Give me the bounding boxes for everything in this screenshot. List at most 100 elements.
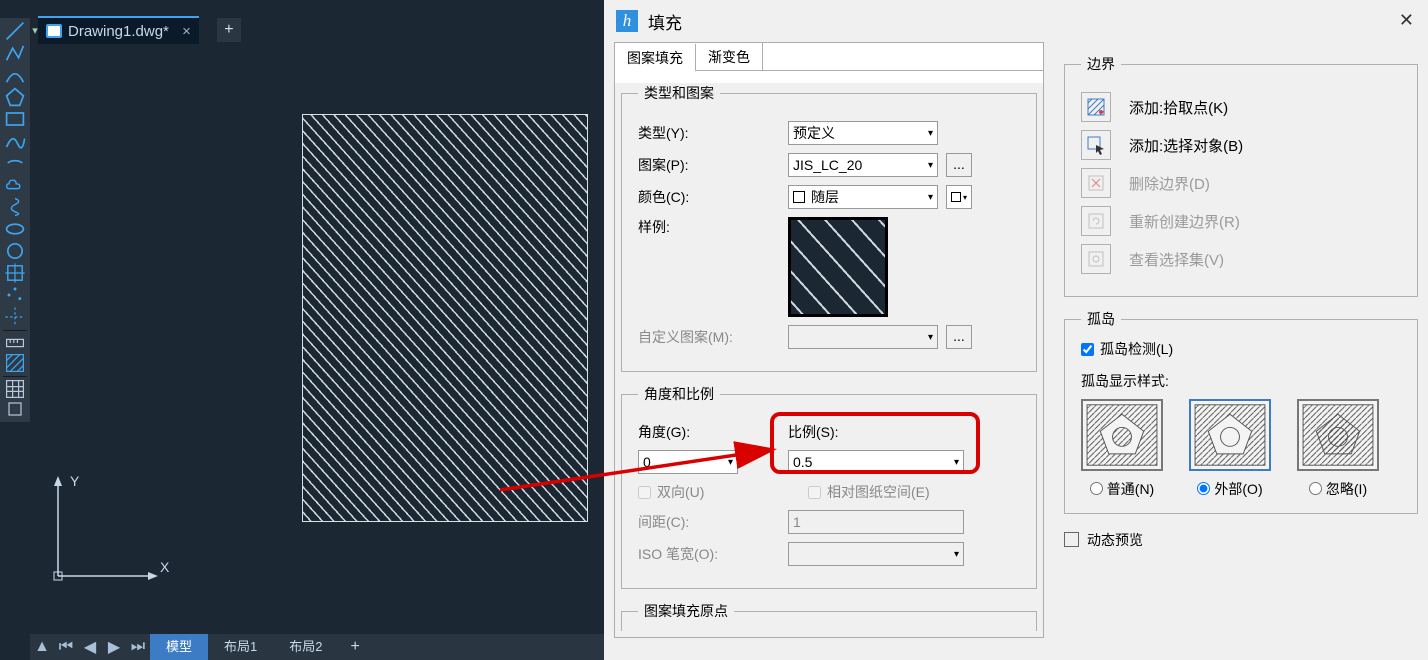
island-ignore-radio[interactable]: 忽略(I) — [1309, 479, 1367, 499]
custom-pattern-label: 自定义图案(M): — [638, 327, 788, 347]
type-label: 类型(Y): — [638, 123, 788, 143]
helix-icon[interactable] — [3, 196, 27, 218]
iso-label: ISO 笔宽(O): — [638, 544, 788, 564]
layout2-tab[interactable]: 布局2 — [273, 634, 338, 660]
pattern-select[interactable]: JIS_LC_20▾ — [788, 153, 938, 177]
island-style-label: 孤岛显示样式: — [1081, 371, 1405, 391]
polygon-icon[interactable] — [3, 86, 27, 108]
points-icon[interactable] — [3, 284, 27, 306]
type-pattern-legend: 类型和图案 — [638, 83, 720, 103]
sample-label: 样例: — [638, 217, 788, 237]
angle-select[interactable]: 0▾ — [638, 450, 738, 474]
select-object-icon — [1081, 130, 1111, 160]
prev-icon[interactable]: ◀ — [78, 635, 102, 659]
origin-group: 图案填充原点 — [621, 601, 1037, 631]
construction-icon[interactable] — [3, 306, 27, 328]
new-tab-button[interactable]: + — [217, 18, 241, 42]
tab-pattern-fill[interactable]: 图案填充 — [615, 44, 696, 72]
dialog-title-text: 填充 — [648, 9, 682, 34]
expand-up-icon[interactable]: ▲ — [30, 635, 54, 659]
status-bar: ▲ ⏮ ◀ ▶ ⏭ 模型 布局1 布局2 + — [30, 634, 604, 660]
hatch-tabs: 图案填充 渐变色 类型和图案 类型(Y): 预定义▾ 图案(P): JIS_LC… — [614, 42, 1044, 638]
island-normal-radio[interactable]: 普通(N) — [1090, 479, 1154, 499]
select-object-button[interactable]: 添加:选择对象(B) — [1081, 130, 1405, 160]
double-checkbox: 双向(U) — [638, 482, 788, 502]
rectangle-icon[interactable] — [3, 108, 27, 130]
boundary-legend: 边界 — [1081, 54, 1121, 74]
svg-text:X: X — [160, 559, 170, 575]
origin-legend: 图案填充原点 — [638, 601, 734, 621]
polyline-icon[interactable] — [3, 42, 27, 64]
hatched-rectangle — [302, 114, 588, 522]
island-normal-preview[interactable] — [1081, 399, 1163, 471]
iso-select: ▾ — [788, 542, 964, 566]
dynamic-preview-checkbox[interactable]: 动态预览 — [1064, 530, 1418, 550]
dialog-titlebar: h 填充 ✕ — [604, 0, 1428, 42]
island-outer-radio[interactable]: 外部(O) — [1197, 479, 1262, 499]
close-tab-icon[interactable]: × — [182, 23, 191, 40]
pick-point-icon — [1081, 92, 1111, 122]
insert-icon[interactable] — [3, 262, 27, 284]
file-type-icon — [46, 24, 62, 38]
svg-text:Y: Y — [70, 473, 80, 489]
island-group: 孤岛 孤岛检测(L) 孤岛显示样式: 普通(N) 外部(O) — [1064, 309, 1418, 514]
island-legend: 孤岛 — [1081, 309, 1121, 329]
file-tab-label: Drawing1.dwg* — [68, 23, 169, 40]
ellipse-icon[interactable] — [3, 218, 27, 240]
recreate-boundary-button: 重新创建边界(R) — [1081, 206, 1405, 236]
color-select[interactable]: 随层▾ — [788, 185, 938, 209]
drawing-canvas[interactable]: Y X — [32, 44, 604, 630]
model-tab[interactable]: 模型 — [150, 634, 208, 660]
paper-checkbox: 相对图纸空间(E) — [808, 482, 930, 502]
angle-scale-group: 角度和比例 角度(G): 比例(S): 0▾ 0.5▾ 双向(U) 相对图纸 — [621, 384, 1037, 589]
angle-scale-legend: 角度和比例 — [638, 384, 720, 404]
next-icon[interactable]: ▶ — [102, 635, 126, 659]
pattern-label: 图案(P): — [638, 155, 788, 175]
add-layout-button[interactable]: + — [338, 638, 371, 656]
angle-label: 角度(G): — [638, 422, 788, 442]
type-select[interactable]: 预定义▾ — [788, 121, 938, 145]
view-selection-icon — [1081, 244, 1111, 274]
spline-icon[interactable] — [3, 130, 27, 152]
island-detect-checkbox[interactable]: 孤岛检测(L) — [1081, 339, 1173, 359]
island-ignore-preview[interactable] — [1297, 399, 1379, 471]
remove-boundary-button: 删除边界(D) — [1081, 168, 1405, 198]
arc-icon[interactable] — [3, 64, 27, 86]
file-tab[interactable]: Drawing1.dwg* × — [38, 16, 199, 44]
app-logo-icon: h — [616, 10, 638, 32]
cloud-icon[interactable] — [3, 174, 27, 196]
first-icon[interactable]: ⏮ — [54, 635, 78, 659]
custom-pattern-select: ▾ — [788, 325, 938, 349]
circle-icon[interactable] — [3, 240, 27, 262]
ellipse-arc-icon[interactable] — [3, 152, 27, 174]
dialog-close-icon[interactable]: ✕ — [1399, 10, 1414, 31]
table-icon[interactable] — [3, 376, 27, 398]
last-icon[interactable]: ⏭ — [126, 635, 150, 659]
custom-pattern-more-button: ... — [946, 325, 972, 349]
cad-workspace: ▾ Drawing1.dwg* × + — [0, 0, 604, 660]
hatch-tool-icon[interactable] — [3, 352, 27, 374]
type-pattern-group: 类型和图案 类型(Y): 预定义▾ 图案(P): JIS_LC_20▾ ... … — [621, 83, 1037, 372]
bg-color-select[interactable]: ▾ — [946, 185, 972, 209]
view-selection-button: 查看选择集(V) — [1081, 244, 1405, 274]
recreate-boundary-icon — [1081, 206, 1111, 236]
line-icon[interactable] — [3, 20, 27, 42]
spacing-input — [788, 510, 964, 534]
pattern-preview[interactable] — [788, 217, 888, 317]
remove-boundary-icon — [1081, 168, 1111, 198]
hatch-pattern — [303, 115, 587, 521]
ucs-indicator: Y X — [40, 464, 170, 594]
pick-point-button[interactable]: 添加:拾取点(K) — [1081, 92, 1405, 122]
island-outer-preview[interactable] — [1189, 399, 1271, 471]
scale-highlight — [770, 412, 980, 474]
color-label: 颜色(C): — [638, 187, 788, 207]
measure-icon[interactable] — [3, 330, 27, 352]
boundary-group: 边界 添加:拾取点(K) 添加:选择对象(B) 删除边界(D) 重新创建边界(R… — [1064, 54, 1418, 297]
hatch-dialog: h 填充 ✕ 图案填充 渐变色 类型和图案 类型(Y): 预定义▾ — [604, 0, 1428, 660]
pattern-more-button[interactable]: ... — [946, 153, 972, 177]
anchor-icon[interactable] — [3, 398, 27, 420]
tab-gradient[interactable]: 渐变色 — [696, 43, 763, 71]
spacing-label: 间距(C): — [638, 512, 788, 532]
tool-palette — [0, 18, 30, 422]
layout1-tab[interactable]: 布局1 — [208, 634, 273, 660]
